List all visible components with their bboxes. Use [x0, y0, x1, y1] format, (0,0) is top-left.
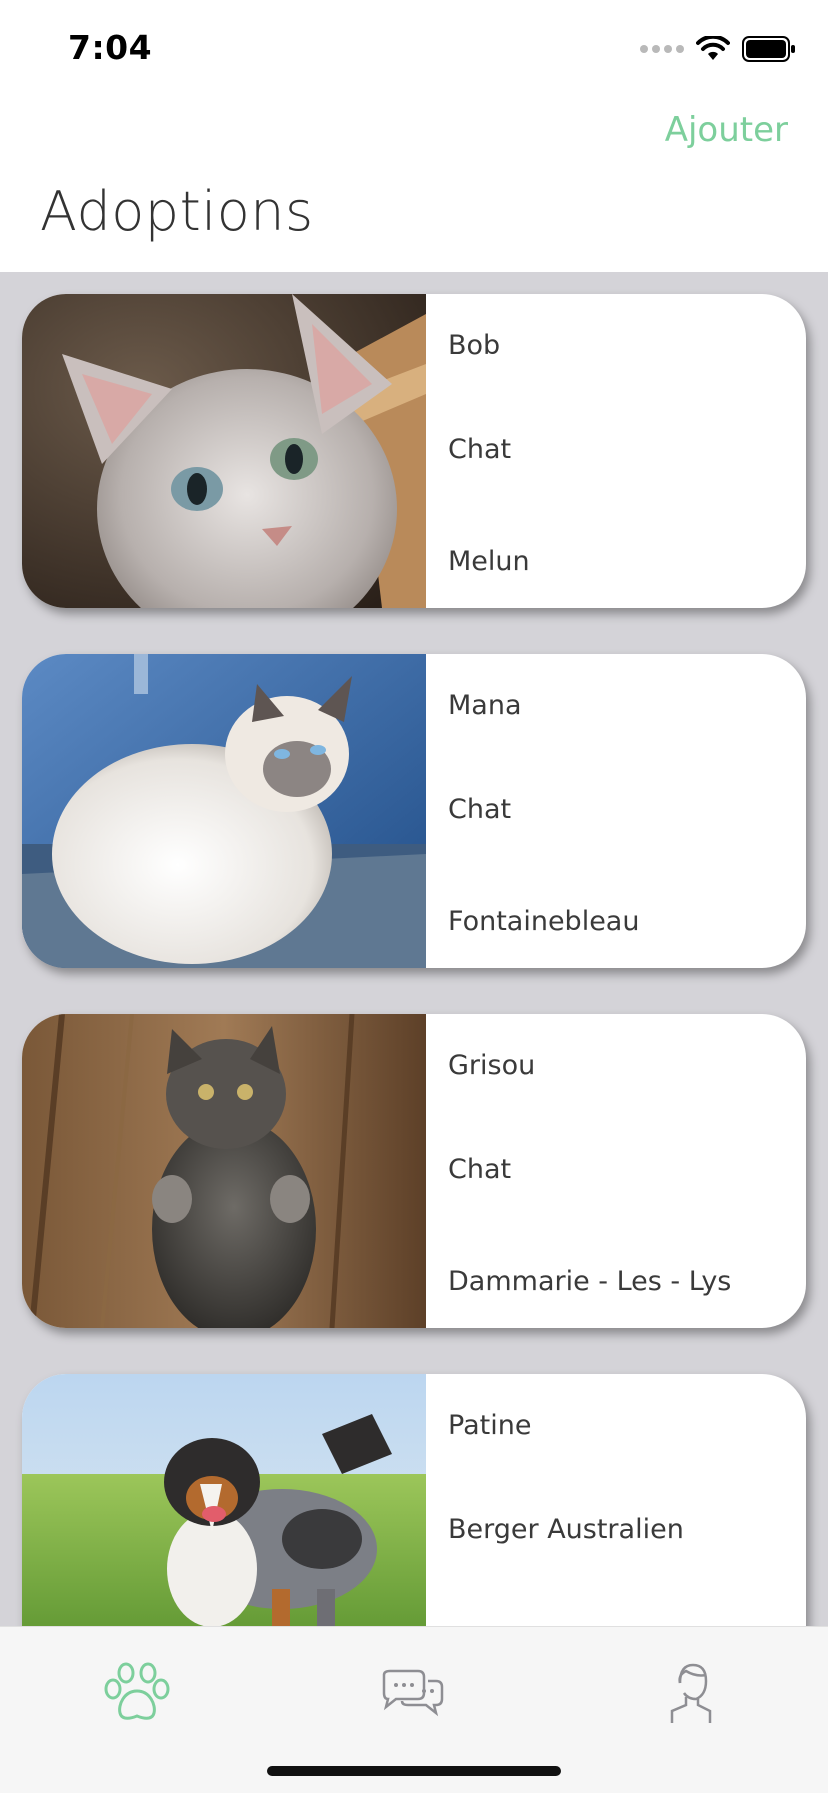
- status-time: 7:04: [68, 28, 153, 67]
- card-info: Mana Chat Fontainebleau: [426, 654, 806, 968]
- chat-bubbles-icon: [382, 1669, 444, 1717]
- australian-shepherd-photo: [22, 1374, 426, 1626]
- adoption-card-grisou[interactable]: Grisou Chat Dammarie - Les - Lys: [22, 1014, 806, 1328]
- animal-name: Patine: [448, 1410, 532, 1441]
- animal-species: Chat: [448, 794, 512, 825]
- card-info: Bob Chat Melun: [426, 294, 806, 608]
- wifi-icon: [696, 36, 730, 60]
- signal-icon: [640, 45, 684, 53]
- white-cat-photo: [22, 654, 426, 968]
- status-bar: 7:04: [0, 0, 828, 100]
- animal-species: Chat: [448, 434, 512, 465]
- paw-icon: [104, 1662, 170, 1720]
- animal-species: Berger Australien: [448, 1514, 684, 1545]
- tab-profile[interactable]: [646, 1647, 736, 1737]
- animal-location: Melun: [448, 546, 530, 577]
- card-info: Grisou Chat Dammarie - Les - Lys: [426, 1014, 806, 1328]
- animal-name: Mana: [448, 690, 522, 721]
- add-button[interactable]: Ajouter: [665, 110, 788, 150]
- profile-icon: [670, 1663, 712, 1723]
- adoption-list[interactable]: Bob Chat Melun Mana Chat Fontainebleau G…: [0, 272, 828, 1626]
- animal-location: Dammarie - Les - Lys: [448, 1266, 732, 1297]
- grey-kitten-photo: [22, 294, 426, 608]
- card-info: Patine Berger Australien: [426, 1374, 806, 1626]
- animal-name: Bob: [448, 330, 501, 361]
- page-title: Adoptions: [40, 180, 314, 243]
- adoption-card-bob[interactable]: Bob Chat Melun: [22, 294, 806, 608]
- animal-species: Chat: [448, 1154, 512, 1185]
- home-indicator: [267, 1766, 561, 1776]
- tab-adoptions[interactable]: [92, 1647, 182, 1737]
- battery-icon: [742, 36, 795, 62]
- adoption-card-patine[interactable]: Patine Berger Australien: [22, 1374, 806, 1626]
- tab-messages[interactable]: [368, 1647, 458, 1737]
- adoption-card-mana[interactable]: Mana Chat Fontainebleau: [22, 654, 806, 968]
- animal-name: Grisou: [448, 1050, 536, 1081]
- status-icons: [640, 34, 796, 64]
- standing-grey-cat-photo: [22, 1014, 426, 1328]
- animal-location: Fontainebleau: [448, 906, 640, 937]
